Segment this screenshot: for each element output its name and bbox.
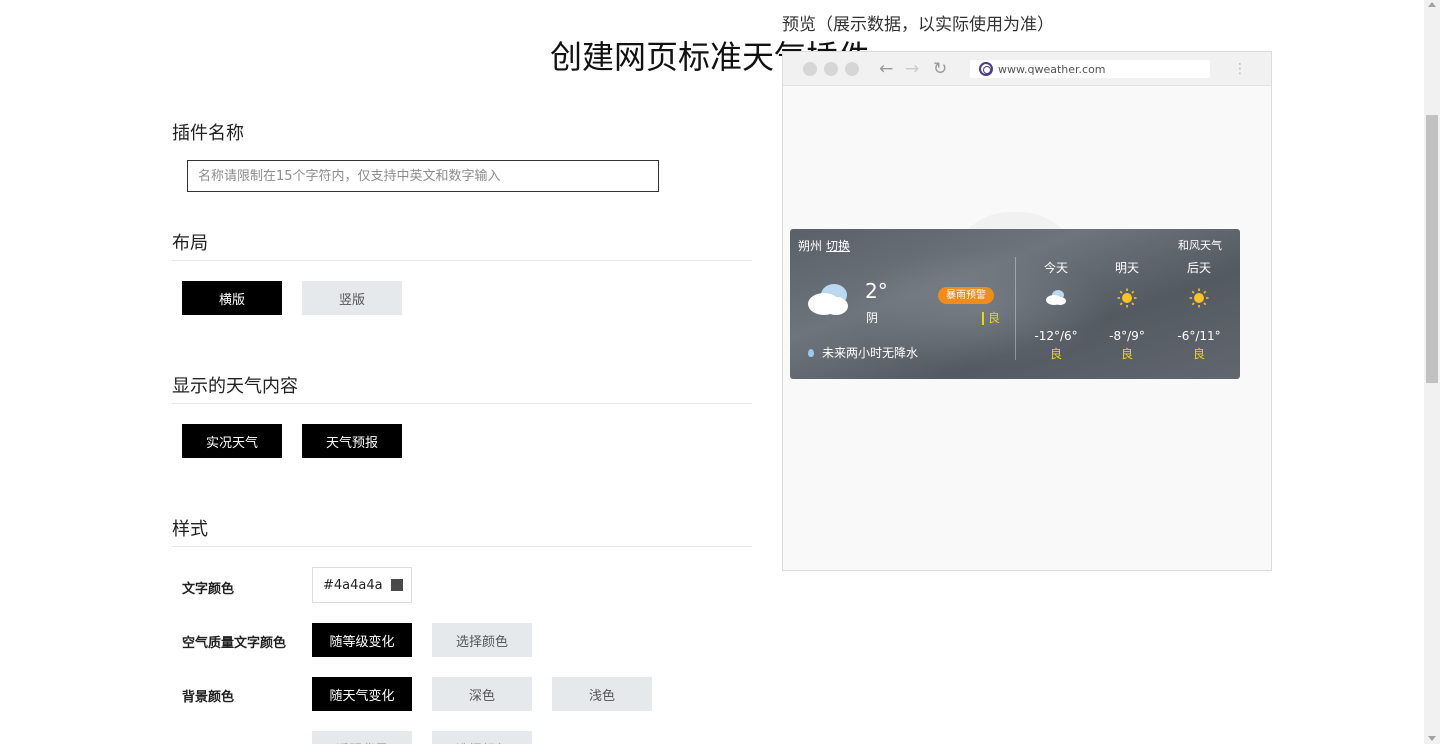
back-arrow-icon: ← bbox=[879, 59, 894, 79]
content-forecast-button[interactable]: 天气预报 bbox=[302, 424, 402, 458]
plugin-name-label: 插件名称 bbox=[172, 123, 244, 144]
forecast-day-label: 后天 bbox=[1186, 261, 1211, 275]
widget-aqi: 良 bbox=[982, 312, 1000, 325]
widget-temperature: 2° bbox=[865, 279, 888, 303]
address-bar: www.qweather.com bbox=[970, 60, 1210, 78]
forecast-sunny-icon bbox=[1102, 288, 1152, 308]
style-label: 样式 bbox=[172, 519, 208, 540]
content-current-weather-button[interactable]: 实况天气 bbox=[182, 424, 282, 458]
plugin-name-input[interactable] bbox=[187, 160, 659, 192]
menu-kebab-icon: ⋮ bbox=[1233, 61, 1247, 77]
widget-city: 朔州 切换 bbox=[798, 237, 850, 254]
widget-condition: 阴 bbox=[866, 311, 879, 325]
qweather-logo-icon bbox=[979, 62, 993, 76]
preview-caption: 预览（展示数据，以实际使用为准） bbox=[782, 15, 1054, 35]
forecast-temp: -8°/9° bbox=[1109, 329, 1145, 343]
layout-section: 布局 bbox=[172, 229, 752, 255]
bg-choose-color-button[interactable]: 选择颜色 bbox=[432, 731, 532, 744]
weather-widget-preview: 朔州切换 和风天气 2° 阴 暴雨预警 良 未来两小时无降水 今天 明天 后天 bbox=[790, 229, 1240, 379]
forecast-sunny-icon bbox=[1174, 288, 1224, 308]
widget-rain-forecast: 未来两小时无降水 bbox=[808, 344, 918, 361]
widget-rain-text: 未来两小时无降水 bbox=[822, 346, 919, 360]
address-url: www.qweather.com bbox=[998, 62, 1106, 76]
content-divider bbox=[172, 403, 752, 404]
window-dot-icon bbox=[803, 62, 817, 76]
cloudy-icon bbox=[808, 284, 848, 315]
page-scrollbar[interactable] bbox=[1424, 0, 1440, 744]
raindrop-icon bbox=[808, 348, 814, 357]
scroll-up-arrow-icon[interactable] bbox=[1428, 2, 1436, 7]
style-divider bbox=[172, 546, 752, 547]
bg-transparent-button[interactable]: 透明背景 bbox=[312, 731, 412, 744]
browser-toolbar: ← → ↻ www.qweather.com ⋮ bbox=[783, 52, 1271, 86]
widget-city-name: 朔州 bbox=[798, 239, 823, 253]
content-section: 显示的天气内容 bbox=[172, 372, 752, 398]
text-color-swatch bbox=[390, 579, 403, 591]
style-section: 样式 bbox=[172, 515, 752, 541]
text-color-value: #4a4a4a bbox=[323, 577, 383, 593]
content-label: 显示的天气内容 bbox=[172, 376, 298, 397]
plugin-name-section: 插件名称 bbox=[172, 119, 752, 145]
layout-vertical-button[interactable]: 竖版 bbox=[302, 281, 402, 315]
bg-color-dark-button[interactable]: 深色 bbox=[432, 677, 532, 711]
forecast-aqi: 良 bbox=[1120, 347, 1133, 361]
reload-icon: ↻ bbox=[933, 59, 948, 79]
forecast-day-label: 明天 bbox=[1114, 261, 1139, 275]
scroll-thumb[interactable] bbox=[1426, 115, 1438, 383]
layout-divider bbox=[172, 260, 752, 261]
layout-horizontal-button[interactable]: 横版 bbox=[182, 281, 282, 315]
forward-arrow-icon: → bbox=[905, 59, 920, 79]
window-dot-icon bbox=[845, 62, 859, 76]
layout-label: 布局 bbox=[172, 233, 208, 254]
bg-color-by-weather-button[interactable]: 随天气变化 bbox=[312, 677, 412, 711]
forecast-cloudy-icon bbox=[1031, 289, 1081, 305]
widget-switch-link[interactable]: 切换 bbox=[826, 239, 850, 253]
bg-color-label: 背景颜色 bbox=[182, 690, 235, 705]
scroll-down-arrow-icon[interactable] bbox=[1428, 736, 1436, 741]
forecast-temp: -12°/6° bbox=[1034, 329, 1078, 343]
aqi-color-label: 空气质量文字颜色 bbox=[182, 636, 287, 651]
text-color-label: 文字颜色 bbox=[182, 582, 235, 597]
text-color-picker[interactable]: #4a4a4a bbox=[312, 567, 412, 603]
aqi-color-choose-button[interactable]: 选择颜色 bbox=[432, 623, 532, 657]
aqi-color-by-level-button[interactable]: 随等级变化 bbox=[312, 623, 412, 657]
forecast-day-label: 今天 bbox=[1043, 261, 1068, 275]
widget-alert-badge[interactable]: 暴雨预警 bbox=[938, 287, 994, 304]
forecast-aqi: 良 bbox=[1192, 347, 1205, 361]
widget-divider bbox=[1015, 257, 1016, 360]
bg-color-light-button[interactable]: 浅色 bbox=[552, 677, 652, 711]
window-dot-icon bbox=[824, 62, 838, 76]
widget-brand: 和风天气 bbox=[1178, 239, 1222, 252]
forecast-temp: -6°/11° bbox=[1177, 329, 1221, 343]
forecast-aqi: 良 bbox=[1049, 347, 1062, 361]
